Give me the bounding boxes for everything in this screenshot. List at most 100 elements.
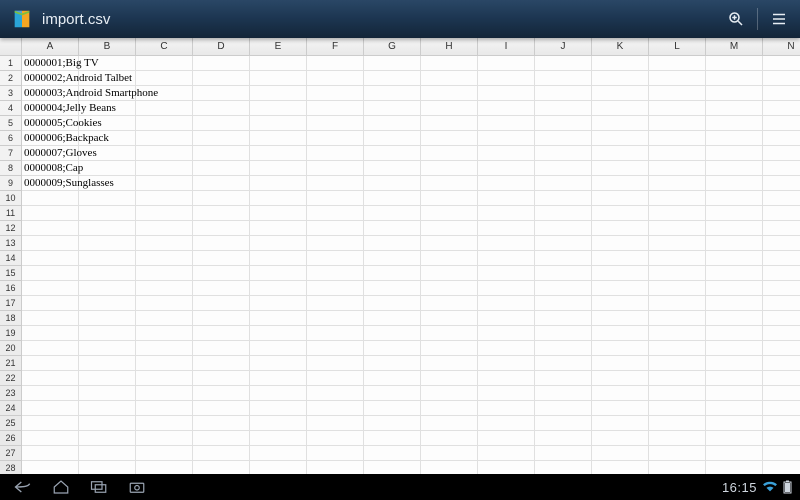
cell[interactable] xyxy=(478,176,535,191)
cell[interactable] xyxy=(22,311,79,326)
zoom-button[interactable] xyxy=(715,0,757,38)
cell[interactable] xyxy=(364,386,421,401)
cell[interactable] xyxy=(307,176,364,191)
row-header[interactable]: 11 xyxy=(0,206,22,221)
cell[interactable] xyxy=(79,221,136,236)
cell[interactable] xyxy=(193,236,250,251)
cell[interactable] xyxy=(706,71,763,86)
cell[interactable] xyxy=(79,416,136,431)
row-header[interactable]: 27 xyxy=(0,446,22,461)
row-header[interactable]: 17 xyxy=(0,296,22,311)
cell[interactable] xyxy=(364,206,421,221)
cell[interactable] xyxy=(79,431,136,446)
cell[interactable]: 0000001;Big TV xyxy=(22,56,79,71)
cell[interactable] xyxy=(763,431,800,446)
row-header[interactable]: 19 xyxy=(0,326,22,341)
cell[interactable] xyxy=(136,431,193,446)
cell[interactable] xyxy=(535,326,592,341)
cell[interactable] xyxy=(535,311,592,326)
cell[interactable] xyxy=(706,266,763,281)
cell[interactable] xyxy=(763,251,800,266)
cell[interactable] xyxy=(649,416,706,431)
cell[interactable] xyxy=(592,356,649,371)
cell[interactable] xyxy=(136,161,193,176)
cell[interactable] xyxy=(250,221,307,236)
cell[interactable] xyxy=(763,386,800,401)
cell[interactable] xyxy=(478,431,535,446)
cell[interactable] xyxy=(136,341,193,356)
cell[interactable] xyxy=(763,146,800,161)
cell[interactable] xyxy=(193,71,250,86)
cell[interactable] xyxy=(763,296,800,311)
column-header[interactable]: E xyxy=(250,38,307,56)
cell[interactable] xyxy=(649,161,706,176)
cell[interactable] xyxy=(307,116,364,131)
cell[interactable] xyxy=(649,146,706,161)
cell[interactable] xyxy=(706,176,763,191)
cell[interactable] xyxy=(706,236,763,251)
row-header[interactable]: 21 xyxy=(0,356,22,371)
cell[interactable] xyxy=(421,371,478,386)
row-header[interactable]: 20 xyxy=(0,341,22,356)
cell[interactable] xyxy=(250,461,307,474)
cell[interactable] xyxy=(649,86,706,101)
cell[interactable] xyxy=(649,56,706,71)
cell[interactable] xyxy=(535,386,592,401)
cell[interactable] xyxy=(649,131,706,146)
cell[interactable] xyxy=(592,161,649,176)
cell[interactable] xyxy=(250,206,307,221)
cell[interactable] xyxy=(706,191,763,206)
row-header[interactable]: 12 xyxy=(0,221,22,236)
cell[interactable] xyxy=(307,206,364,221)
cell[interactable] xyxy=(592,251,649,266)
cell-grid[interactable]: 0000001;Big TV0000002;Android Talbet0000… xyxy=(22,56,800,474)
cell[interactable] xyxy=(763,86,800,101)
cell[interactable] xyxy=(535,161,592,176)
cell[interactable] xyxy=(250,56,307,71)
cell[interactable] xyxy=(478,86,535,101)
column-header[interactable]: C xyxy=(136,38,193,56)
row-header[interactable]: 6 xyxy=(0,131,22,146)
cell[interactable] xyxy=(421,431,478,446)
cell[interactable] xyxy=(421,191,478,206)
cell[interactable] xyxy=(706,386,763,401)
cell[interactable] xyxy=(364,266,421,281)
cell[interactable] xyxy=(307,461,364,474)
cell[interactable] xyxy=(763,461,800,474)
cell[interactable] xyxy=(478,221,535,236)
cell[interactable] xyxy=(22,386,79,401)
cell[interactable] xyxy=(592,401,649,416)
cell[interactable] xyxy=(307,416,364,431)
cell[interactable] xyxy=(706,371,763,386)
cell[interactable] xyxy=(250,266,307,281)
cell[interactable] xyxy=(535,221,592,236)
row-header[interactable]: 14 xyxy=(0,251,22,266)
cell[interactable] xyxy=(193,281,250,296)
cell[interactable] xyxy=(421,326,478,341)
cell[interactable] xyxy=(763,101,800,116)
cell[interactable] xyxy=(706,221,763,236)
cell[interactable] xyxy=(307,161,364,176)
cell[interactable] xyxy=(136,251,193,266)
cell[interactable] xyxy=(22,281,79,296)
cell[interactable]: 0000006;Backpack xyxy=(22,131,79,146)
cell[interactable] xyxy=(478,341,535,356)
cell[interactable] xyxy=(763,71,800,86)
cell[interactable] xyxy=(592,416,649,431)
cell[interactable] xyxy=(250,101,307,116)
cell[interactable] xyxy=(478,386,535,401)
cell[interactable] xyxy=(535,116,592,131)
cell[interactable] xyxy=(193,266,250,281)
cell[interactable] xyxy=(649,71,706,86)
cell[interactable] xyxy=(421,206,478,221)
cell[interactable] xyxy=(535,341,592,356)
cell[interactable] xyxy=(478,446,535,461)
cell[interactable] xyxy=(250,296,307,311)
cell[interactable] xyxy=(421,116,478,131)
cell[interactable] xyxy=(250,191,307,206)
cell[interactable] xyxy=(250,401,307,416)
cell[interactable] xyxy=(193,176,250,191)
cell[interactable] xyxy=(535,131,592,146)
cell[interactable] xyxy=(649,116,706,131)
cell[interactable] xyxy=(250,71,307,86)
